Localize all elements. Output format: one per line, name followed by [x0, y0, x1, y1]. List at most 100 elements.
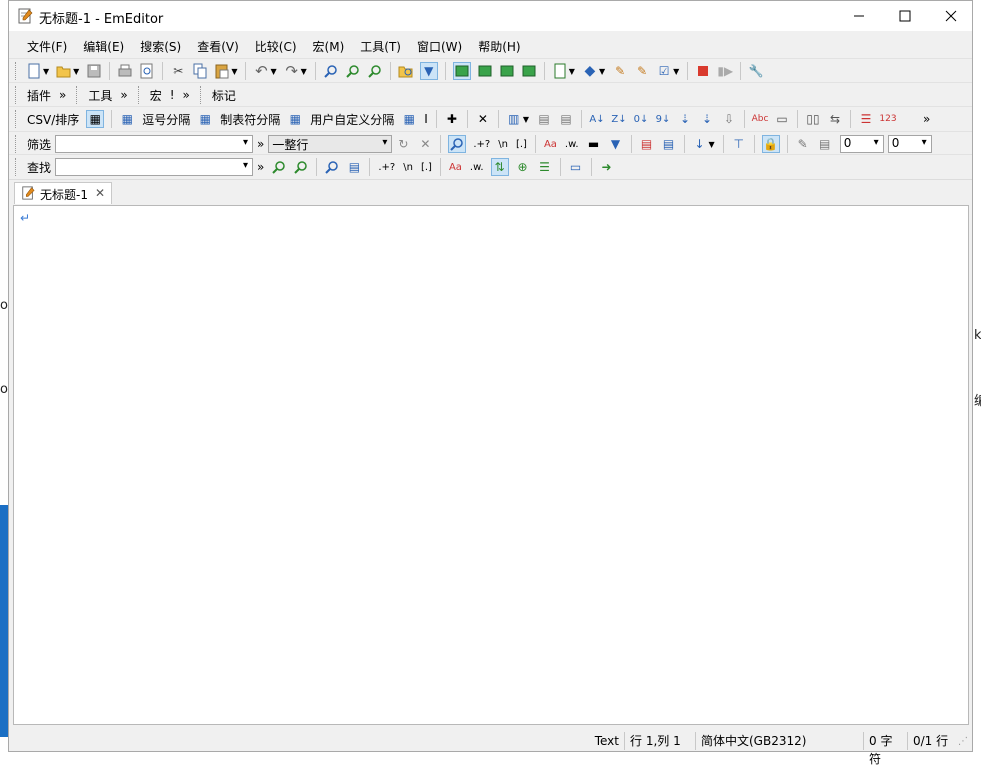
regex-toggle[interactable]: .+? [374, 162, 399, 173]
menu-file[interactable]: 文件(F) [19, 35, 75, 57]
chevron-down-icon[interactable]: ▾ [243, 160, 248, 171]
chevron-down-icon[interactable]: ▼ [673, 67, 679, 76]
lock-icon[interactable]: 🔒 [761, 135, 780, 153]
chevron-down-icon[interactable]: ▼ [709, 140, 715, 149]
delete-column-icon[interactable]: ▤ [558, 111, 574, 127]
arrow-down-icon[interactable]: ↓ [692, 136, 708, 152]
numbering-icon[interactable]: 123 [879, 111, 896, 127]
wrap-icon[interactable] [499, 63, 515, 79]
print-icon[interactable] [117, 63, 133, 79]
find-previous-icon[interactable] [271, 159, 287, 175]
chevron-down-icon[interactable]: ▾ [243, 137, 248, 148]
status-position[interactable]: 行 1,列 1 [624, 732, 695, 750]
find-in-files-icon[interactable] [398, 63, 414, 79]
toolbar-grip[interactable] [15, 62, 19, 80]
highlight-matches-icon[interactable]: ⊕ [515, 159, 531, 175]
highlight-icon[interactable]: ✎ [795, 136, 811, 152]
wrench-icon[interactable]: 🔧 [748, 63, 764, 79]
user-defined-separated-button[interactable]: 用户自定义分隔 [306, 111, 398, 128]
line-numbers-icon[interactable]: ☰ [858, 111, 874, 127]
bracket-toggle[interactable]: [.] [417, 162, 436, 173]
chevron-down-icon[interactable]: ▼ [301, 67, 307, 76]
resize-grip-icon[interactable]: ⋰ [958, 736, 972, 747]
find-previous-icon[interactable] [367, 63, 383, 79]
wrap-around-icon[interactable]: ⇅ [490, 158, 509, 176]
sort-az-icon[interactable]: A↓ [589, 111, 605, 127]
chevron-more-icon[interactable]: » [253, 137, 268, 151]
menu-view[interactable]: 查看(V) [189, 35, 247, 57]
plugins-icon[interactable]: ☑ [656, 63, 672, 79]
toolbar-grip[interactable] [137, 86, 142, 104]
document-tab[interactable]: 无标题-1 ✕ [14, 182, 112, 204]
go-arrow-icon[interactable]: ➜ [599, 159, 615, 175]
chevron-down-icon[interactable]: ▼ [43, 67, 49, 76]
export-icon[interactable] [521, 63, 537, 79]
match-case-toggle[interactable]: Aa [540, 139, 561, 150]
menu-window[interactable]: 窗口(W) [409, 35, 470, 57]
whole-word-toggle[interactable]: .w. [561, 139, 583, 150]
properties-icon[interactable]: ✎ [634, 63, 650, 79]
menu-tools[interactable]: 工具(T) [352, 35, 409, 57]
filter-scope-select[interactable]: 一整行 ▾ [268, 135, 393, 153]
save-icon[interactable] [86, 63, 102, 79]
chevron-down-icon[interactable]: ▾ [874, 137, 879, 148]
find-panel-icon[interactable]: ▭ [568, 159, 584, 175]
bookmark-icon[interactable]: ▤ [639, 136, 655, 152]
chevron-down-icon[interactable]: ▾ [382, 137, 387, 148]
encoding-icon[interactable]: ◆ [582, 63, 598, 79]
toolbar-grip[interactable] [15, 158, 19, 176]
top-bar-icon[interactable]: ⊤ [731, 136, 747, 152]
toolbar-grip[interactable] [15, 135, 19, 153]
refresh-icon[interactable]: ↻ [395, 136, 411, 152]
copy-results-icon[interactable]: ▤ [346, 159, 362, 175]
chevron-more-icon[interactable]: » [919, 112, 934, 126]
status-encoding[interactable]: 简体中文(GB2312) [695, 732, 863, 750]
chevron-more-icon[interactable]: » [179, 88, 194, 102]
menu-help[interactable]: 帮助(H) [470, 35, 528, 57]
spell-check-icon[interactable]: Abc [752, 111, 769, 127]
search-icon[interactable] [448, 135, 467, 153]
add-column-icon[interactable]: ✚ [444, 111, 460, 127]
tools-toolbar-label[interactable]: 工具 [84, 87, 116, 104]
print-preview-icon[interactable] [139, 63, 155, 79]
insert-column-icon[interactable]: ▤ [536, 111, 552, 127]
chevron-down-icon[interactable]: ▼ [73, 67, 79, 76]
toolbar-grip[interactable] [76, 86, 80, 104]
run-macro-icon[interactable]: ▮▶ [717, 63, 733, 79]
new-file-icon[interactable] [26, 63, 42, 79]
sort-za-icon[interactable]: Z↓ [611, 111, 627, 127]
escape-sequence-toggle[interactable]: \n [494, 139, 512, 150]
find-next-icon[interactable] [345, 63, 361, 79]
menu-search[interactable]: 搜索(S) [132, 35, 189, 57]
negative-filter-icon[interactable]: ▬ [586, 136, 602, 152]
chevron-more-icon[interactable]: » [253, 160, 268, 174]
document-icon[interactable]: ▤ [661, 136, 677, 152]
redo-icon[interactable]: ↷ [284, 62, 300, 80]
copy-icon[interactable] [192, 63, 208, 79]
chevron-down-icon[interactable]: ▾ [922, 137, 927, 148]
chevron-down-icon[interactable]: ▼ [270, 67, 276, 76]
menu-edit[interactable]: 编辑(E) [75, 35, 132, 57]
customize-icon[interactable]: ✎ [612, 63, 628, 79]
escape-sequence-toggle[interactable]: \n [399, 162, 417, 173]
sort-90-icon[interactable]: 9↓ [655, 111, 671, 127]
sort-options-icon[interactable]: ⇩ [721, 111, 737, 127]
chevron-more-icon[interactable]: » [116, 88, 131, 102]
list-matches-icon[interactable]: ☰ [537, 159, 553, 175]
close-tab-icon[interactable]: ✕ [95, 186, 105, 200]
minimize-button[interactable] [836, 1, 882, 31]
snapshot-icon[interactable] [477, 63, 493, 79]
maximize-button[interactable] [882, 1, 928, 31]
undo-icon[interactable]: ↶ [253, 62, 269, 80]
bracket-toggle[interactable]: [.] [512, 139, 531, 150]
find-icon[interactable] [323, 63, 339, 79]
comma-separated-button[interactable]: 逗号分隔 [138, 111, 194, 128]
close-button[interactable] [928, 1, 974, 31]
filter-toggle-icon[interactable]: ▼ [419, 62, 438, 80]
open-folder-icon[interactable] [56, 63, 72, 79]
match-case-toggle[interactable]: Aa [445, 162, 466, 173]
find-input[interactable]: ▾ [55, 158, 254, 176]
context-before-select[interactable]: 0 ▾ [839, 135, 884, 153]
cut-icon[interactable]: ✂ [170, 63, 186, 79]
search-icon[interactable] [324, 159, 340, 175]
